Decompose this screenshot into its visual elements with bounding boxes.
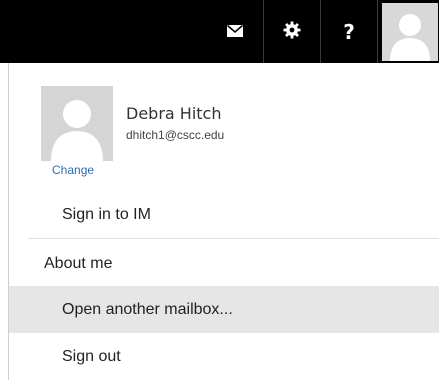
help-icon: ? (343, 19, 355, 44)
mail-button[interactable] (207, 0, 263, 63)
menu-item-label: About me (44, 254, 113, 272)
user-avatar-icon (382, 3, 438, 61)
menu-item-sign-in-to-im[interactable]: Sign in to IM (9, 191, 439, 238)
user-display-name: Debra Hitch (126, 104, 222, 123)
settings-button[interactable] (264, 0, 320, 63)
mail-icon (226, 22, 244, 41)
change-photo-link[interactable]: Change (52, 163, 94, 177)
menu-divider (28, 238, 439, 239)
account-avatar-button[interactable] (382, 3, 438, 61)
user-email: dhitch1@cscc.edu (126, 128, 225, 142)
gear-icon (283, 21, 301, 43)
menu-item-open-another-mailbox[interactable]: Open another mailbox... (9, 286, 439, 333)
profile-picture (41, 86, 113, 161)
menu-item-label: Open another mailbox... (62, 300, 233, 318)
toolbar-divider (377, 0, 378, 63)
help-button[interactable]: ? (321, 0, 377, 63)
menu-item-label: Sign in to IM (62, 205, 151, 223)
top-navigation-bar: ? (0, 0, 439, 63)
menu-item-label: Sign out (62, 347, 121, 365)
user-avatar-icon (41, 86, 113, 161)
menu-item-sign-out[interactable]: Sign out (9, 333, 439, 380)
menu-item-about-me[interactable]: About me (9, 240, 439, 287)
